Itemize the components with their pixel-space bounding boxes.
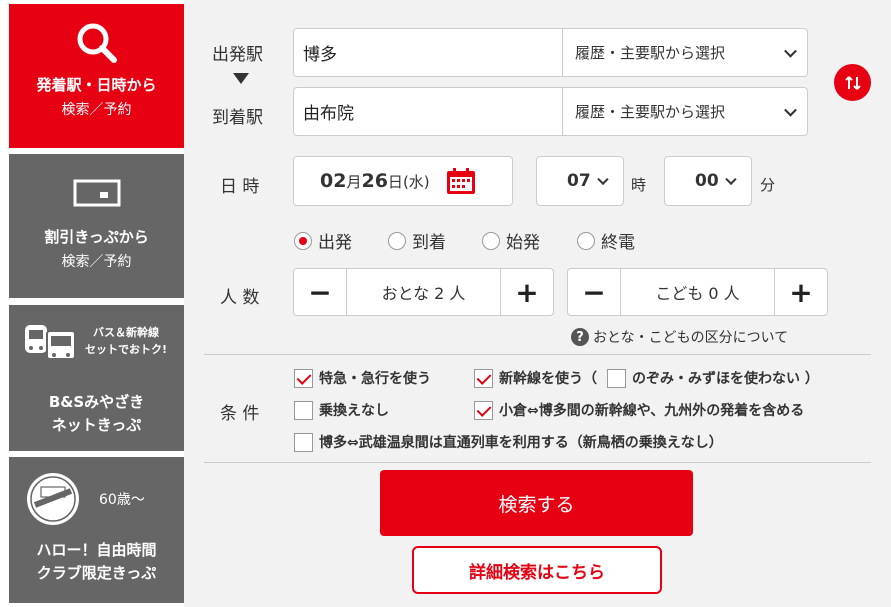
chevron-down-icon: [784, 44, 797, 58]
checkbox-shinkansen[interactable]: 新幹線を使う（: [474, 368, 597, 388]
radio-label: 出発: [318, 233, 352, 253]
checkbox: [294, 368, 313, 388]
checkbox-no-transfer[interactable]: 乗換えなし: [294, 400, 389, 420]
date-day: 26: [361, 170, 388, 192]
departure-label: 出発駅: [212, 45, 263, 65]
radio-dot: [388, 231, 406, 250]
down-arrow-icon: [233, 73, 249, 84]
sidebar-tab-discount[interactable]: 割引きっぷから 検索／予約: [9, 154, 184, 298]
checkbox-label: 特急・急行を使う: [319, 371, 431, 387]
child-plus-button[interactable]: +: [775, 269, 827, 315]
help-link-label: おとな・こどもの区分について: [593, 330, 789, 346]
checkbox: [607, 368, 626, 388]
adult-count: おとな 2 人: [346, 269, 501, 315]
minute-select[interactable]: 00: [664, 156, 752, 206]
chevron-down-icon: [725, 173, 737, 186]
adult-plus-button[interactable]: +: [501, 269, 553, 315]
arrival-label: 到着駅: [212, 108, 263, 128]
tab-main-label: B&Sみやざき: [48, 393, 145, 411]
chevron-down-icon: [597, 173, 609, 186]
radio-dot: [294, 231, 312, 250]
hour-value: 07: [567, 171, 591, 191]
radio-first-train[interactable]: 始発: [482, 228, 540, 253]
date-day-unit: 日: [387, 172, 403, 191]
search-button[interactable]: 検索する: [380, 470, 693, 536]
search-icon: [77, 23, 117, 63]
divider: [204, 462, 871, 463]
radio-label: 終電: [601, 233, 635, 253]
datetime-label: 日 時: [220, 177, 260, 197]
radio-label: 到着: [412, 233, 446, 253]
tab-sub-label: 検索／予約: [61, 102, 132, 118]
date-month: 02: [320, 170, 347, 192]
checkbox-no-nozomi[interactable]: のぞみ・みずほを使わない ）: [607, 368, 819, 388]
checkbox-label: のぞみ・みずほを使わない ）: [632, 371, 819, 387]
select-placeholder: 履歴・主要駅から選択: [575, 103, 726, 121]
calendar-icon: [446, 168, 475, 194]
minute-unit: 分: [760, 176, 776, 194]
arrival-station-input[interactable]: 由布院: [293, 87, 563, 136]
radio-label: 始発: [506, 233, 540, 253]
age-label: 60歳～: [99, 492, 145, 508]
checkbox: [294, 432, 313, 452]
detailed-search-button[interactable]: 詳細検索はこちら: [412, 546, 662, 594]
checkbox: [474, 400, 493, 420]
checkbox-hakata-takeo[interactable]: 博多⇔武雄温泉間は直通列車を利用する（新鳥栖の乗換えなし）: [294, 432, 723, 452]
swap-icon: [844, 75, 861, 90]
hour-select[interactable]: 07: [536, 156, 624, 206]
child-minus-button[interactable]: −: [568, 269, 620, 315]
radio-dot: [482, 231, 500, 250]
chevron-down-icon: [784, 103, 797, 117]
bs-badge-line2: セットでおトク!: [85, 343, 168, 356]
tab-sub-label: ネットきっぷ: [51, 416, 142, 434]
radio-dot: [577, 231, 595, 250]
checkbox-label: 新幹線を使う（: [499, 371, 597, 387]
sidebar-tab-station-search[interactable]: 発着駅・日時から 検索／予約: [9, 4, 194, 148]
adult-counter: − おとな 2 人 +: [293, 268, 554, 316]
age-category-help-link[interactable]: ? おとな・こどもの区分について: [571, 327, 788, 347]
checkbox-kokura-hakata[interactable]: 小倉⇔博多間の新幹線や、九州外の発着を含める: [474, 400, 804, 420]
help-icon: ?: [571, 328, 589, 346]
bus-train-icon: [25, 325, 76, 360]
sidebar-tab-hello-club[interactable]: 60歳～ ハロー！自由時間 クラブ限定きっぷ: [9, 457, 184, 603]
search-form-panel: 出発駅 到着駅 博多 履歴・主要駅から選択 由布院 履歴・主要駅から選択 日 時…: [184, 0, 891, 607]
tab-main-label: ハロー！自由時間: [36, 541, 157, 559]
child-counter: − こども 0 人 +: [567, 268, 828, 316]
club-stamp-icon: [27, 473, 79, 525]
departure-station-input[interactable]: 博多: [293, 28, 563, 77]
minute-value: 00: [695, 171, 719, 191]
checkbox: [294, 400, 313, 420]
ticket-icon: [73, 179, 120, 207]
sidebar-tab-bs-miyazaki[interactable]: バス＆新幹線 セットでおトク! B&Sみやざき ネットきっぷ: [9, 305, 184, 451]
child-count: こども 0 人: [620, 269, 775, 315]
tab-sub-label: 検索／予約: [61, 254, 132, 270]
adult-minus-button[interactable]: −: [294, 269, 346, 315]
date-picker[interactable]: 02 月 26 日 (水): [293, 156, 513, 206]
arrival-station-select[interactable]: 履歴・主要駅から選択: [563, 87, 808, 136]
checkbox: [474, 368, 493, 388]
radio-arrival[interactable]: 到着: [388, 228, 446, 253]
sidebar: 発着駅・日時から 検索／予約 割引きっぷから 検索／予約 バス＆新幹線 セットで…: [0, 0, 194, 607]
radio-departure[interactable]: 出発: [294, 228, 352, 253]
tab-main-label: 発着駅・日時から: [36, 76, 157, 94]
checkbox-label: 乗換えなし: [319, 403, 389, 419]
tab-main-label: 割引きっぷから: [44, 228, 149, 246]
date-month-unit: 月: [346, 172, 362, 191]
conditions-label: 条 件: [220, 404, 260, 424]
divider: [204, 354, 871, 355]
select-placeholder: 履歴・主要駅から選択: [575, 44, 726, 62]
departure-station-select[interactable]: 履歴・主要駅から選択: [563, 28, 808, 77]
tab-sub-label: クラブ限定きっぷ: [36, 564, 157, 582]
radio-last-train[interactable]: 終電: [577, 228, 635, 253]
date-weekday: (水): [402, 172, 430, 191]
checkbox-label: 博多⇔武雄温泉間は直通列車を利用する（新鳥栖の乗換えなし）: [319, 435, 723, 451]
swap-stations-button[interactable]: [834, 64, 871, 101]
checkbox-label: 小倉⇔博多間の新幹線や、九州外の発着を含める: [499, 403, 805, 419]
hour-unit: 時: [631, 176, 647, 194]
checkbox-limited-express[interactable]: 特急・急行を使う: [294, 368, 431, 388]
bs-badge-line1: バス＆新幹線: [93, 326, 160, 339]
people-label: 人 数: [220, 288, 260, 308]
